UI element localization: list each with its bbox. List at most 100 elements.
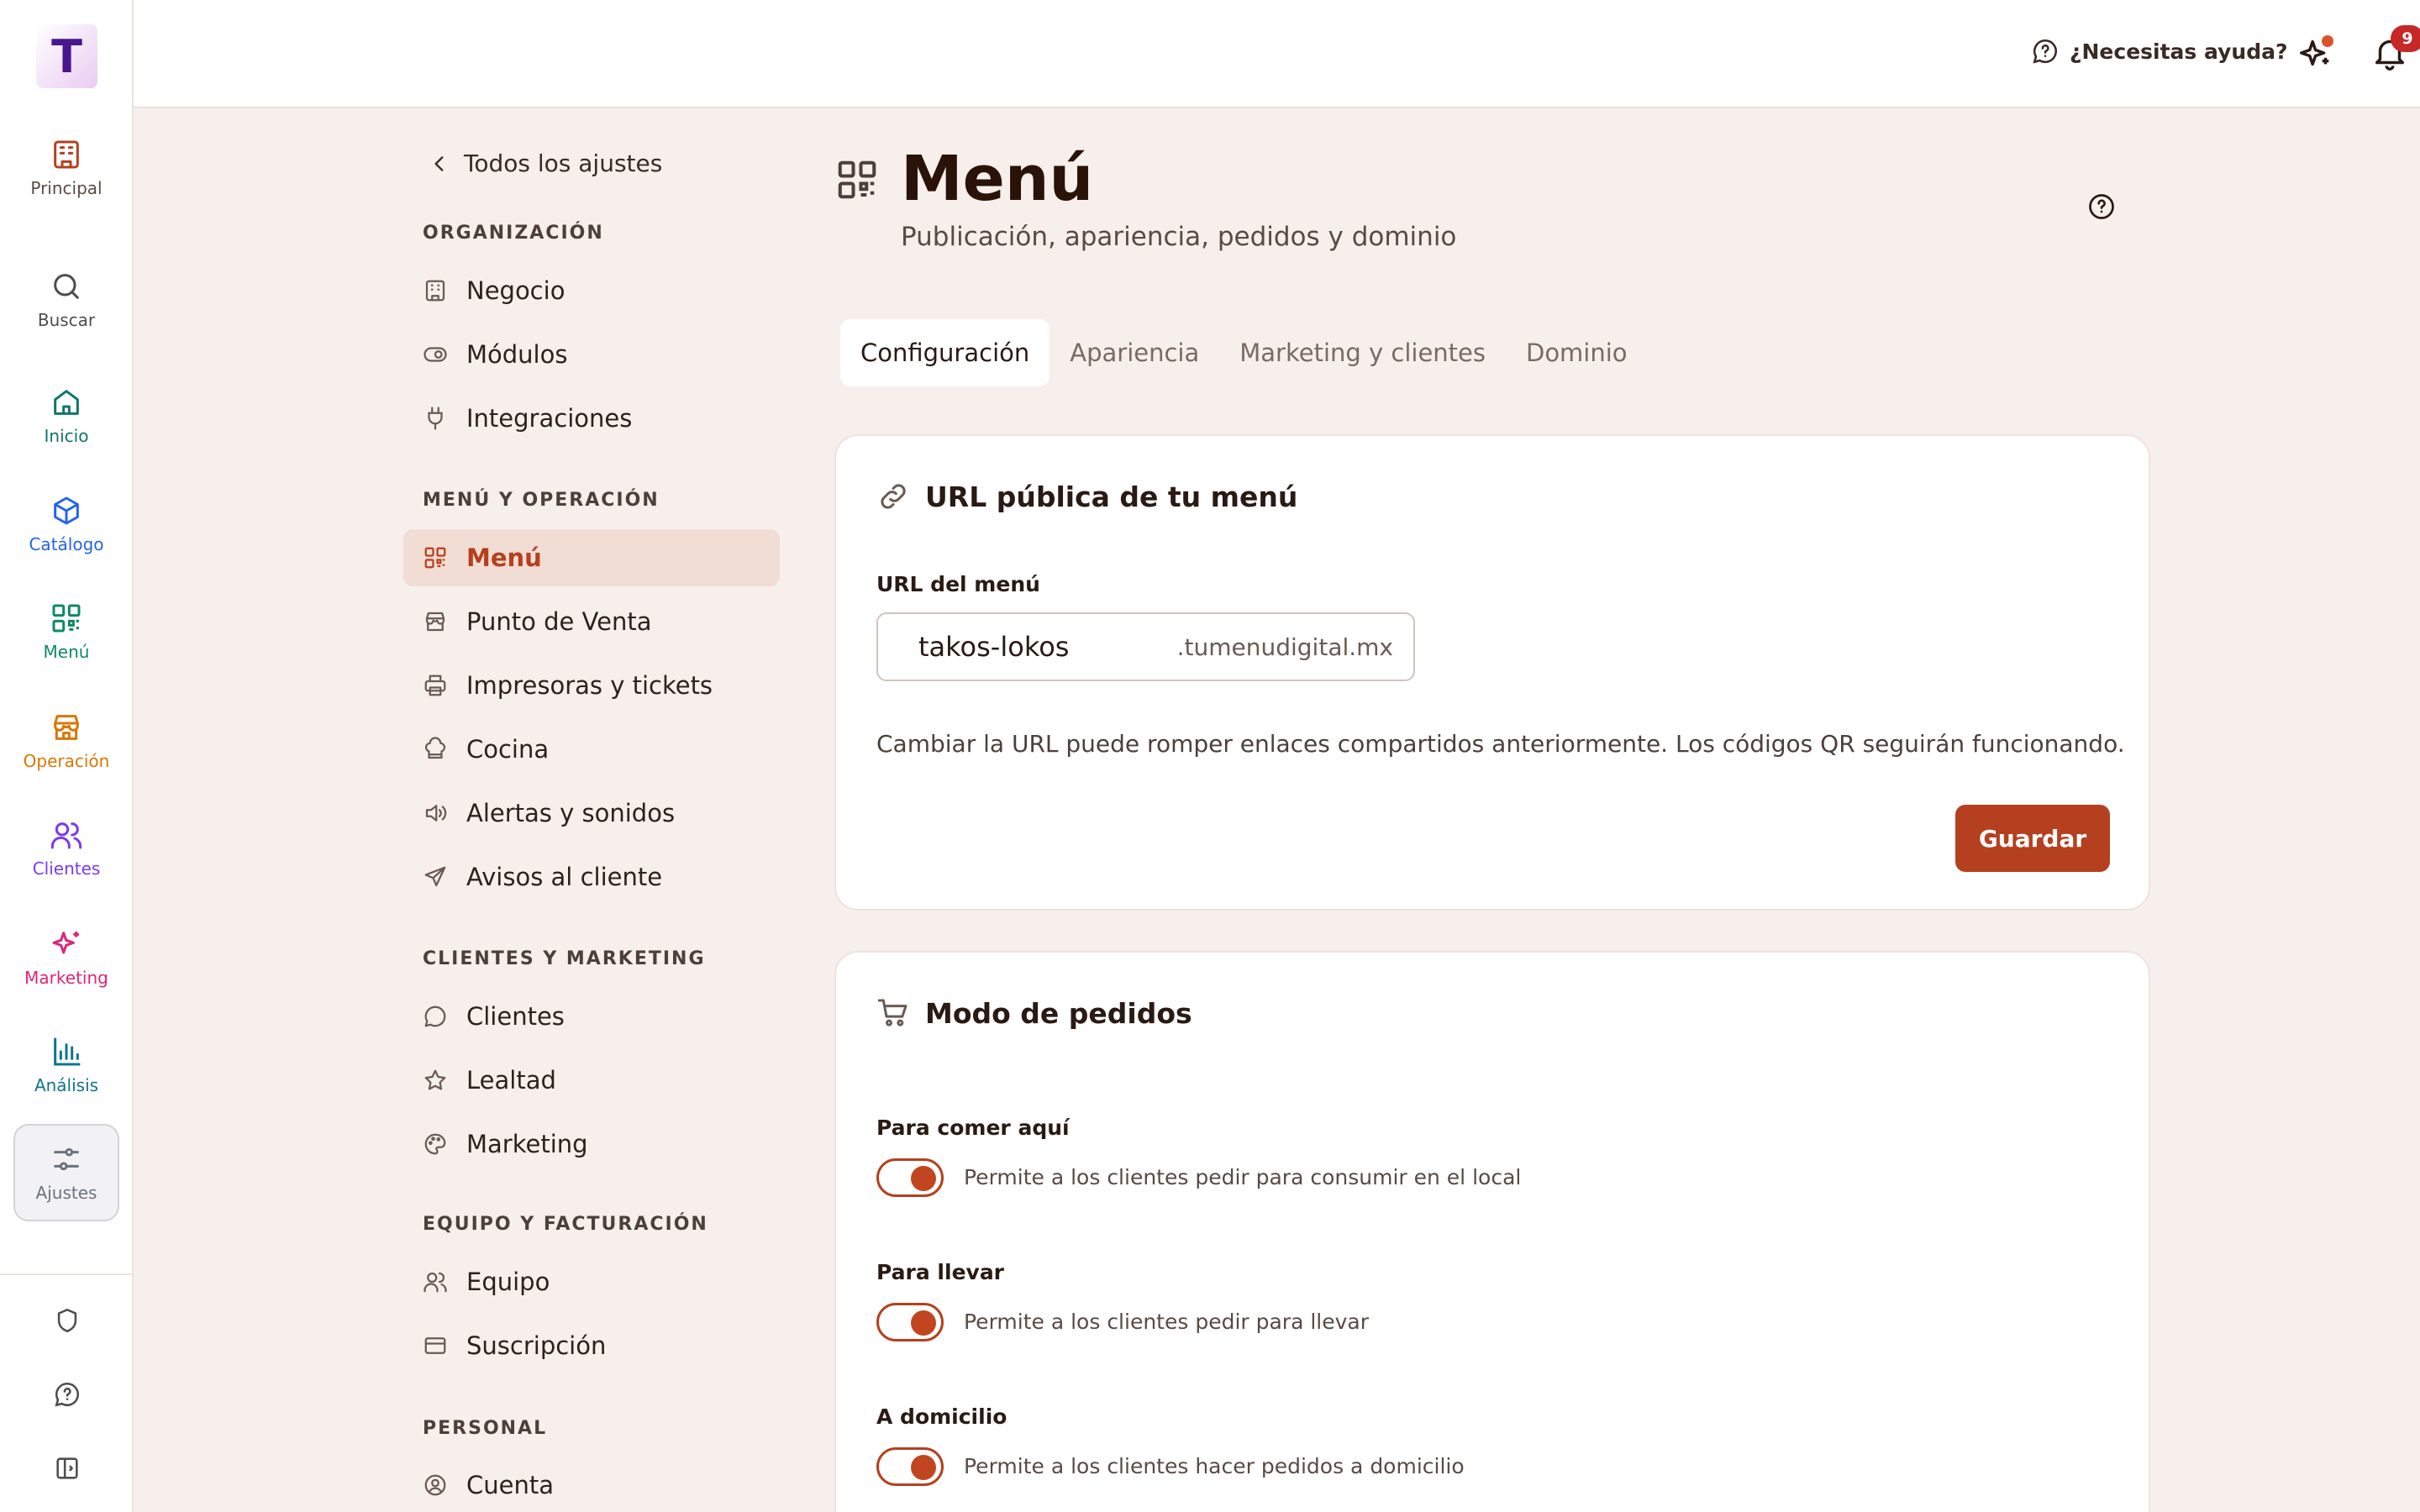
settings-item-negocio[interactable]: Negocio bbox=[403, 262, 780, 319]
toggle-knob bbox=[911, 1166, 936, 1191]
back-label: Todos los ajustes bbox=[464, 150, 663, 177]
back-to-settings-link[interactable]: Todos los ajustes bbox=[429, 150, 662, 177]
sidebar-toggle-icon bbox=[55, 1457, 78, 1479]
dine-in-toggle[interactable] bbox=[876, 1158, 944, 1197]
option-label: Para comer aquí bbox=[876, 1116, 1070, 1140]
tab-configuracion[interactable]: Configuración bbox=[840, 319, 1050, 386]
rail-item-principal[interactable]: Principal bbox=[13, 119, 119, 217]
chat-help-icon bbox=[54, 1382, 79, 1407]
tab-apariencia[interactable]: Apariencia bbox=[1050, 319, 1219, 386]
rail-item-operacion[interactable]: Operación bbox=[13, 692, 119, 790]
settings-item-alertas[interactable]: Alertas y sonidos bbox=[403, 785, 780, 842]
home-icon bbox=[54, 390, 79, 415]
toggle-knob bbox=[911, 1310, 936, 1336]
building-icon bbox=[54, 140, 79, 169]
nav-label: Marketing bbox=[466, 1130, 588, 1158]
rail-item-marketing[interactable]: Marketing bbox=[13, 909, 119, 1006]
public-url-card: URL pública de tu menú URL del menú .tum… bbox=[834, 434, 2150, 911]
rail-collapse-button[interactable] bbox=[0, 1443, 134, 1494]
option-description: Permite a los clientes pedir para consum… bbox=[964, 1165, 1522, 1189]
qr-icon bbox=[52, 604, 81, 633]
nav-label: Negocio bbox=[466, 276, 566, 305]
help-label: ¿Necesitas ayuda? bbox=[2070, 39, 2288, 64]
delivery-toggle[interactable] bbox=[876, 1447, 944, 1486]
rail-label: Catálogo bbox=[29, 534, 104, 554]
card-title: Modo de pedidos bbox=[876, 996, 1192, 1030]
option-label: A domicilio bbox=[876, 1404, 1007, 1429]
users-icon bbox=[50, 822, 82, 849]
settings-item-equipo[interactable]: Equipo bbox=[403, 1253, 780, 1310]
rail-label: Buscar bbox=[37, 310, 96, 330]
app-logo[interactable]: T bbox=[36, 24, 97, 88]
notifications-button[interactable]: 9 bbox=[2370, 25, 2420, 76]
settings-item-clientes[interactable]: Clientes bbox=[403, 988, 780, 1045]
new-indicator-dot bbox=[2322, 35, 2333, 47]
settings-item-modulos[interactable]: Módulos bbox=[403, 326, 780, 383]
palette-icon bbox=[424, 1133, 446, 1155]
rail-item-inicio[interactable]: Inicio bbox=[13, 367, 119, 465]
save-button[interactable]: Guardar bbox=[1955, 805, 2110, 872]
rail-item-ajustes[interactable]: Ajustes bbox=[13, 1124, 119, 1221]
star-icon bbox=[424, 1069, 446, 1090]
tab-dominio[interactable]: Dominio bbox=[1506, 319, 1648, 386]
rail-item-catalogo[interactable]: Catálogo bbox=[13, 475, 119, 573]
qr-icon bbox=[838, 160, 876, 199]
rail-item-clientes[interactable]: Clientes bbox=[13, 800, 119, 897]
settings-item-suscripcion[interactable]: Suscripción bbox=[403, 1317, 780, 1374]
url-domain-suffix: .tumenudigital.mx bbox=[1176, 633, 1393, 661]
rail-item-analisis[interactable]: Análisis bbox=[13, 1016, 119, 1114]
bar-chart-icon bbox=[54, 1037, 81, 1066]
link-icon bbox=[881, 484, 906, 509]
settings-item-lealtad[interactable]: Lealtad bbox=[403, 1052, 780, 1109]
rail-item-menu[interactable]: Menú bbox=[13, 583, 119, 680]
top-bar: ¿Necesitas ayuda? 9 F bbox=[134, 0, 2420, 108]
store-icon bbox=[425, 612, 445, 632]
settings-item-marketing[interactable]: Marketing bbox=[403, 1116, 780, 1173]
section-heading: MENÚ Y OPERACIÓN bbox=[423, 490, 660, 511]
rail-label: Inicio bbox=[44, 426, 89, 446]
option-description: Permite a los clientes pedir para llevar bbox=[964, 1310, 1370, 1334]
takeaway-toggle[interactable] bbox=[876, 1303, 944, 1341]
card-title-text: Modo de pedidos bbox=[925, 996, 1192, 1030]
section-heading: CLIENTES Y MARKETING bbox=[423, 948, 706, 969]
url-field: .tumenudigital.mx bbox=[876, 612, 1415, 681]
notifications-badge: 9 bbox=[2391, 25, 2420, 52]
nav-label: Cocina bbox=[466, 735, 550, 764]
nav-label: Integraciones bbox=[466, 404, 633, 433]
settings-item-punto-de-venta[interactable]: Punto de Venta bbox=[403, 593, 780, 650]
store-icon bbox=[54, 715, 79, 740]
settings-item-cocina[interactable]: Cocina bbox=[403, 721, 780, 778]
page-subtitle: Publicación, apariencia, pedidos y domin… bbox=[901, 222, 1457, 252]
rail-security-button[interactable] bbox=[0, 1295, 134, 1346]
url-field-label: URL del menú bbox=[876, 572, 1040, 596]
nav-label: Equipo bbox=[466, 1268, 550, 1296]
settings-item-menu[interactable]: Menú bbox=[403, 529, 780, 586]
tab-marketing-clientes[interactable]: Marketing y clientes bbox=[1219, 319, 1506, 386]
send-icon bbox=[424, 866, 446, 887]
nav-label: Impresoras y tickets bbox=[466, 671, 713, 700]
qr-icon bbox=[424, 547, 446, 569]
card-title: URL pública de tu menú bbox=[876, 480, 1297, 513]
app-rail: T Principal Buscar Inicio Catálogo Menú … bbox=[0, 0, 134, 1512]
ai-assistant-button[interactable] bbox=[2296, 34, 2338, 76]
rail-label: Menú bbox=[43, 642, 90, 662]
shield-icon bbox=[57, 1308, 76, 1333]
url-slug-input[interactable] bbox=[918, 631, 1196, 663]
rail-label: Operación bbox=[23, 751, 110, 771]
nav-label: Alertas y sonidos bbox=[466, 799, 676, 827]
speaker-icon bbox=[425, 805, 447, 822]
nav-label: Clientes bbox=[466, 1002, 565, 1031]
settings-item-avisos[interactable]: Avisos al cliente bbox=[403, 848, 780, 906]
credit-card-icon bbox=[424, 1337, 446, 1354]
settings-item-integraciones[interactable]: Integraciones bbox=[403, 390, 780, 447]
rail-item-buscar[interactable]: Buscar bbox=[13, 251, 119, 349]
page-help-button[interactable] bbox=[2086, 192, 2117, 222]
nav-label: Lealtad bbox=[466, 1066, 556, 1095]
rail-support-button[interactable] bbox=[0, 1369, 134, 1420]
help-link[interactable]: ¿Necesitas ayuda? bbox=[2031, 37, 2287, 66]
settings-item-impresoras[interactable]: Impresoras y tickets bbox=[403, 657, 780, 714]
rail-label: Análisis bbox=[34, 1075, 99, 1095]
section-heading: EQUIPO Y FACTURACIÓN bbox=[423, 1214, 708, 1235]
settings-item-cuenta[interactable]: Cuenta bbox=[403, 1457, 780, 1512]
printer-icon bbox=[424, 675, 446, 696]
